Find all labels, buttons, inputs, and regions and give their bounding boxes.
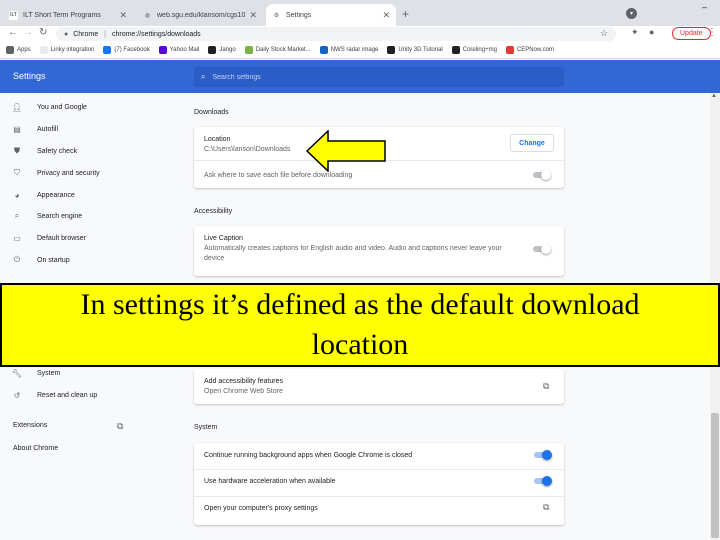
search-box[interactable]: ⌕ [194,67,564,87]
bookmark-label: Unity 3D Tutorial [398,47,443,53]
bookmark-item[interactable]: Unity 3D Tutorial [387,46,443,54]
section-title-downloads: Downloads [194,109,229,116]
yellow-arrow-annotation [306,130,386,172]
reload-icon[interactable]: ↻ [39,27,47,38]
accessibility-card: Live Caption Automatically creates capti… [194,226,564,276]
bookmark-favicon-icon [208,46,217,54]
bookmark-favicon-icon [39,46,48,54]
bookmark-item[interactable]: Yahoo Mail [158,46,200,54]
bookmark-favicon-icon [158,46,167,54]
back-icon[interactable]: ← [8,27,18,38]
close-icon[interactable]: ✕ [119,10,127,21]
tab-title: ILT Short Term Programs [23,11,101,19]
live-caption-toggle[interactable] [533,243,551,255]
live-caption-desc: Automatically creates captions for Engli… [204,245,502,252]
bookmark-favicon-icon [319,46,328,54]
settings-header: Settings ⌕ [0,60,720,93]
ask-save-label: Ask where to save each file before downl… [204,172,353,179]
open-in-new-icon[interactable]: ⧉ [543,502,549,513]
bookmark-favicon-icon [6,46,14,54]
open-in-new-icon[interactable]: ⧉ [543,381,549,392]
hw-accel-toggle[interactable] [534,475,552,487]
bookmark-label: Apps [17,47,31,53]
bookmarks-bar: Apps Linky integration (7) Facebook Yahoo M… [0,42,720,59]
search-input[interactable] [212,73,513,81]
menu-kebab-icon[interactable]: ⋮ [707,27,717,38]
section-title-system: System [194,424,218,431]
bookmark-favicon-icon [451,46,460,54]
search-icon: ⌕ [201,72,206,81]
bookmark-label: CEPNow.com [516,47,554,53]
bookmark-item[interactable]: Linky integration [39,46,95,54]
minimize-icon[interactable]: – [702,2,707,12]
bookmark-favicon-icon [103,46,112,54]
browser-toolbar: ← → ↻ ● Chrome | chrome://settings/downl… [0,26,720,42]
url-text[interactable]: chrome://settings/downloads [112,31,201,38]
bookmark-label: Coreling+mg [462,47,497,53]
live-caption-label: Live Caption [204,235,243,242]
browser-tab-active[interactable]: ⚙ Settings ✕ [266,4,396,26]
bookmark-item[interactable]: Apps [6,46,31,54]
page-title: Settings [13,71,46,81]
divider [194,469,564,470]
location-value: C:\Users\lanson\Downloads [204,146,291,153]
bookmark-item[interactable]: (7) Facebook [103,46,150,54]
add-features-label[interactable]: Add accessibility features [204,378,283,385]
proxy-settings-label[interactable]: Open your computer's proxy settings [204,505,318,512]
bookmark-item[interactable]: Coreling+mg [451,46,497,54]
bookmark-favicon-icon [505,46,514,54]
bookmark-item[interactable]: Daily Stock Market... [244,46,311,54]
profile-avatar-icon[interactable]: ● [649,27,654,37]
gear-icon: ⚙ [273,12,280,19]
bookmark-label: Jango [219,47,236,53]
divider [194,496,564,497]
tab-strip: ILT ILT Short Term Programs ✕ ◍ web.sgu.… [0,0,720,28]
background-apps-label: Continue running background apps when Go… [204,452,413,459]
ask-save-toggle[interactable] [533,169,551,181]
callout-banner: In settings it’s defined as the default … [0,283,720,367]
close-icon[interactable]: ✕ [382,10,390,21]
add-features-sub: Open Chrome Web Store [204,388,283,395]
update-button[interactable]: Update [672,27,711,40]
bookmark-label: Yahoo Mail [169,47,200,53]
separator: | [104,30,106,38]
bookmark-favicon-icon [244,46,253,54]
bookmark-item[interactable]: NWS radar image [319,46,379,54]
bookmark-favicon-icon [387,46,396,54]
extension-puzzle-icon[interactable]: ✦ [631,27,639,38]
tab-title: Settings [286,11,312,19]
ilt-favicon: ILT [9,10,18,20]
browser-tab[interactable]: ◍ web.sgu.edu/klansom/cgs1060/Lin ✕ [137,4,263,26]
tab-title: web.sgu.edu/klansom/cgs1060/Lin [157,11,246,19]
callout-text: In settings it’s defined as the default … [80,288,640,361]
accessibility-features-card: Add accessibility features Open Chrome W… [194,369,564,404]
section-title-accessibility: Accessibility [194,208,233,215]
bookmark-label: (7) Facebook [114,47,150,53]
globe-icon: ◍ [144,12,151,19]
site-info-icon[interactable]: ● [64,31,68,38]
close-icon[interactable]: ✕ [249,10,257,21]
new-tab-button[interactable]: + [402,7,409,21]
bookmark-item[interactable]: Jango [208,46,236,54]
scroll-up-icon[interactable]: ▲ [711,93,717,99]
address-bar[interactable]: ● Chrome | chrome://settings/downloads ☆ [56,27,616,41]
bookmark-label: Linky integration [50,47,95,53]
hw-accel-label: Use hardware acceleration when available [204,478,336,485]
location-label: Location [204,136,231,143]
bookmark-label: NWS radar image [330,47,379,53]
change-location-button[interactable]: Change [510,134,554,152]
forward-icon[interactable]: → [23,27,33,38]
site-label: Chrome [73,30,99,38]
scrollbar-thumb[interactable] [711,413,719,538]
background-apps-toggle[interactable] [534,449,552,461]
tab-search-icon[interactable]: ▾ [626,8,637,19]
system-card: Continue running background apps when Go… [194,443,564,525]
bookmark-item[interactable]: CEPNow.com [505,46,554,54]
live-caption-desc-2: device [204,255,225,262]
bookmark-label: Daily Stock Market... [255,47,311,53]
bookmark-star-icon[interactable]: ☆ [600,28,608,39]
browser-tab[interactable]: ILT ILT Short Term Programs ✕ [3,4,133,26]
